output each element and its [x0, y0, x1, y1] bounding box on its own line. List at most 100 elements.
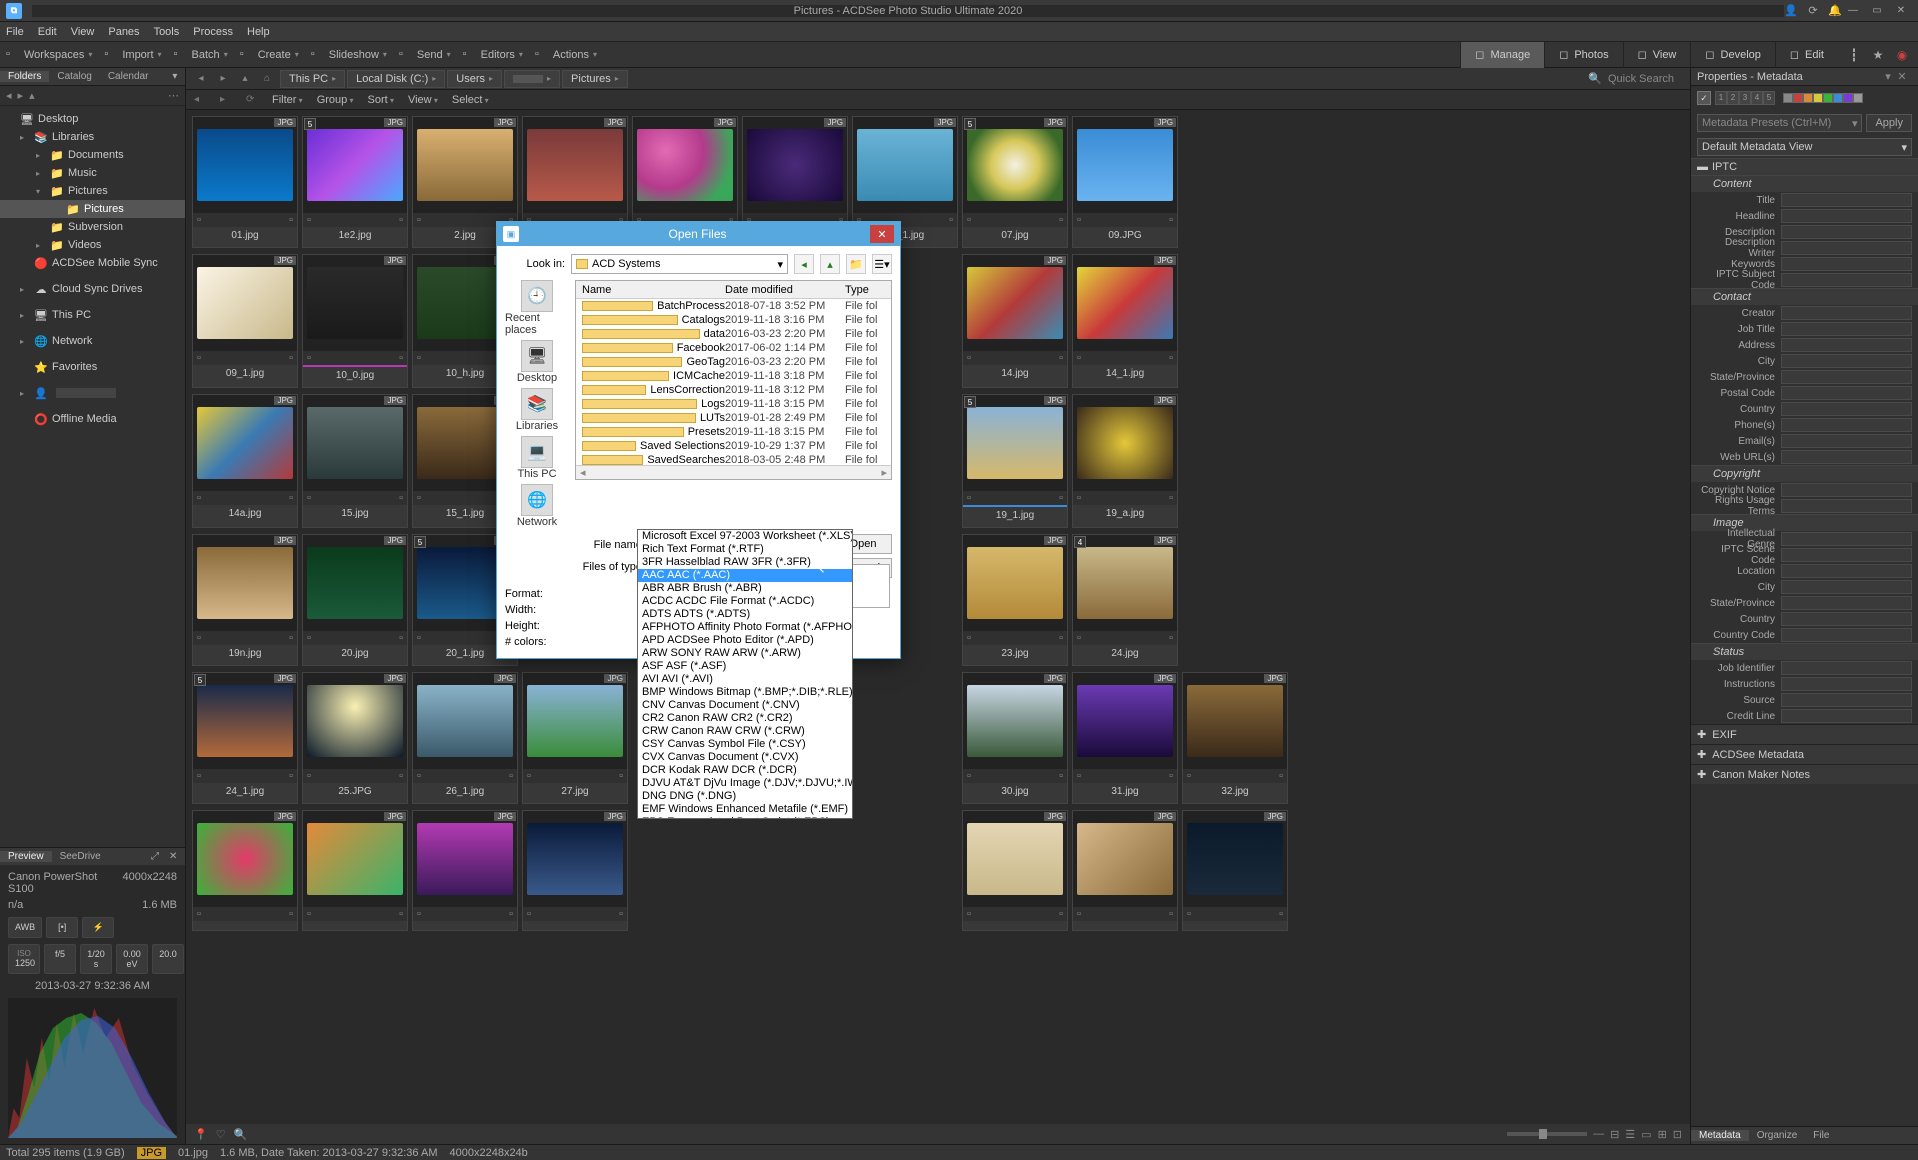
- tab-seedrive[interactable]: SeeDrive: [52, 851, 109, 862]
- menu-file[interactable]: File: [6, 26, 24, 38]
- thumbnail[interactable]: JPG▫▫23.jpg: [962, 534, 1068, 666]
- tree-cloud-sync-drives[interactable]: ▸☁Cloud Sync Drives: [0, 280, 185, 298]
- nav-up-icon[interactable]: ▴: [236, 70, 254, 88]
- toolbar-actions[interactable]: ▫Actions▾: [535, 48, 597, 62]
- field-source[interactable]: [1781, 693, 1912, 707]
- sync-icon[interactable]: ⟳: [1806, 4, 1820, 18]
- file-row[interactable]: data2016-03-23 2:20 PMFile fol: [576, 327, 891, 341]
- thumbnail[interactable]: JPG▫▫30.jpg: [962, 672, 1068, 804]
- file-row[interactable]: LUTs2019-01-28 2:49 PMFile fol: [576, 411, 891, 425]
- mode-view[interactable]: ◻View: [1623, 42, 1691, 68]
- rating-2[interactable]: 2: [1727, 91, 1739, 105]
- nav-up-dialog-icon[interactable]: ▴: [820, 254, 840, 274]
- crumb-4[interactable]: Pictures ▸: [562, 70, 628, 88]
- section-exif[interactable]: ✚EXIF: [1691, 724, 1918, 744]
- thumbnail[interactable]: JPG▫▫19n.jpg: [192, 534, 298, 666]
- lookin-combo[interactable]: ACD Systems▾: [571, 254, 788, 274]
- field-phone-s-[interactable]: [1781, 418, 1912, 432]
- field-city[interactable]: [1781, 354, 1912, 368]
- filetype-option[interactable]: 3FR Hasselblad RAW 3FR (*.3FR): [638, 556, 852, 569]
- field-location[interactable]: [1781, 564, 1912, 578]
- toolbar-create[interactable]: ▫Create▾: [240, 48, 299, 62]
- tree-up-icon[interactable]: ▴: [29, 89, 35, 102]
- field-intellectual-genre[interactable]: [1781, 532, 1912, 546]
- col-name[interactable]: Name: [576, 284, 725, 296]
- thumbnail[interactable]: JPG▫▫: [192, 810, 298, 931]
- filetype-option[interactable]: CRW Canon RAW CRW (*.CRW): [638, 725, 852, 738]
- scroll-left-icon[interactable]: ◂: [580, 466, 586, 479]
- rating-4[interactable]: 4: [1751, 91, 1763, 105]
- thumbnail[interactable]: JPG▫▫09_1.jpg: [192, 254, 298, 388]
- menu-help[interactable]: Help: [247, 26, 270, 38]
- filter-sort[interactable]: Sort: [368, 94, 394, 106]
- toolbar-import[interactable]: ▫Import▾: [104, 48, 161, 62]
- thumbnail[interactable]: JPG▫▫: [962, 810, 1068, 931]
- view-menu-icon[interactable]: ☰▾: [872, 254, 892, 274]
- tree-music[interactable]: ▸📁Music: [0, 164, 185, 182]
- col-date[interactable]: Date modified: [725, 284, 845, 296]
- nav-home-icon[interactable]: ⌂: [258, 70, 276, 88]
- rating-1[interactable]: 1: [1715, 91, 1727, 105]
- prop-close-icon[interactable]: ✕: [1896, 70, 1908, 83]
- section-canon-maker-notes[interactable]: ✚Canon Maker Notes: [1691, 764, 1918, 784]
- field-description-writer[interactable]: [1781, 241, 1912, 255]
- filetype-option[interactable]: CSY Canvas Symbol File (*.CSY): [638, 738, 852, 751]
- menu-view[interactable]: View: [71, 26, 95, 38]
- field-job-title[interactable]: [1781, 322, 1912, 336]
- view-mode-icon[interactable]: ⊡: [1673, 1128, 1682, 1141]
- nav-fwd-icon[interactable]: ▸: [214, 70, 232, 88]
- thumbnail[interactable]: JPG▫▫: [412, 810, 518, 931]
- notification-icon[interactable]: 🔔: [1828, 4, 1842, 18]
- filetype-dropdown-list[interactable]: Microsoft Excel 97-2003 Worksheet (*.XLS…: [637, 529, 853, 819]
- thumbnail[interactable]: 4JPG▫▫24.jpg: [1072, 534, 1178, 666]
- color-swatch[interactable]: [1853, 93, 1863, 103]
- mode-manage[interactable]: ◻Manage: [1460, 42, 1544, 68]
- filetype-option[interactable]: ACDC ACDC File Format (*.ACDC): [638, 595, 852, 608]
- metadata-view-combo[interactable]: Default Metadata View▾: [1697, 138, 1912, 156]
- field-title[interactable]: [1781, 193, 1912, 207]
- color-swatch[interactable]: [1823, 93, 1833, 103]
- tree-documents[interactable]: ▸📁Documents: [0, 146, 185, 164]
- tab-preview[interactable]: Preview: [0, 851, 52, 862]
- field-copyright-notice[interactable]: [1781, 483, 1912, 497]
- filter-select[interactable]: Select: [452, 94, 489, 106]
- filetype-option[interactable]: ABR ABR Brush (*.ABR): [638, 582, 852, 595]
- filetype-option[interactable]: EMF Windows Enhanced Metafile (*.EMF): [638, 803, 852, 816]
- filter-view[interactable]: View: [408, 94, 438, 106]
- thumbnail[interactable]: JPG▫▫26_1.jpg: [412, 672, 518, 804]
- filter-filter[interactable]: Filter: [272, 94, 303, 106]
- rating-5[interactable]: 5: [1763, 91, 1775, 105]
- thumbnail[interactable]: JPG▫▫: [522, 810, 628, 931]
- filetype-option[interactable]: Rich Text Format (*.RTF): [638, 543, 852, 556]
- thumbnail[interactable]: 5JPG▫▫24_1.jpg: [192, 672, 298, 804]
- tab-calendar[interactable]: Calendar: [100, 71, 157, 82]
- col-type[interactable]: Type: [845, 284, 891, 296]
- field-web-url-s-[interactable]: [1781, 450, 1912, 464]
- field-instructions[interactable]: [1781, 677, 1912, 691]
- filetype-option[interactable]: AVI AVI (*.AVI): [638, 673, 852, 686]
- field-city[interactable]: [1781, 580, 1912, 594]
- tree-back-icon[interactable]: ◂: [6, 89, 12, 102]
- place-libraries[interactable]: 📚Libraries: [516, 388, 558, 432]
- rating-3[interactable]: 3: [1739, 91, 1751, 105]
- tree-item[interactable]: ▸👤: [0, 384, 185, 402]
- place-this-pc[interactable]: 💻This PC: [517, 436, 556, 480]
- mode-edit[interactable]: ◻Edit: [1775, 42, 1838, 68]
- filetype-option[interactable]: EPS Encapsulated Post Script (*.EPS): [638, 816, 852, 819]
- color-swatch[interactable]: [1803, 93, 1813, 103]
- filter-group[interactable]: Group: [317, 94, 354, 106]
- tree-menu-icon[interactable]: ⋯: [168, 89, 179, 102]
- place-network[interactable]: 🌐Network: [517, 484, 557, 528]
- file-row[interactable]: Presets2019-11-18 3:15 PMFile fol: [576, 425, 891, 439]
- file-row[interactable]: SavedSearches2018-03-05 2:48 PMFile fol: [576, 453, 891, 465]
- tree-favorites[interactable]: ⭐Favorites: [0, 358, 185, 376]
- grid-tool-icon[interactable]: 🔍: [234, 1128, 248, 1141]
- color-swatch[interactable]: [1833, 93, 1843, 103]
- fbar-back-icon[interactable]: ◂: [194, 94, 210, 105]
- tab-metadata[interactable]: Metadata: [1691, 1130, 1749, 1141]
- toolbar-send[interactable]: ▫Send▾: [399, 48, 451, 62]
- filetype-option[interactable]: DCR Kodak RAW DCR (*.DCR): [638, 764, 852, 777]
- thumbnail[interactable]: 5JPG▫▫19_1.jpg: [962, 394, 1068, 528]
- color-swatch[interactable]: [1843, 93, 1853, 103]
- 365-icon[interactable]: ◉: [1892, 45, 1912, 65]
